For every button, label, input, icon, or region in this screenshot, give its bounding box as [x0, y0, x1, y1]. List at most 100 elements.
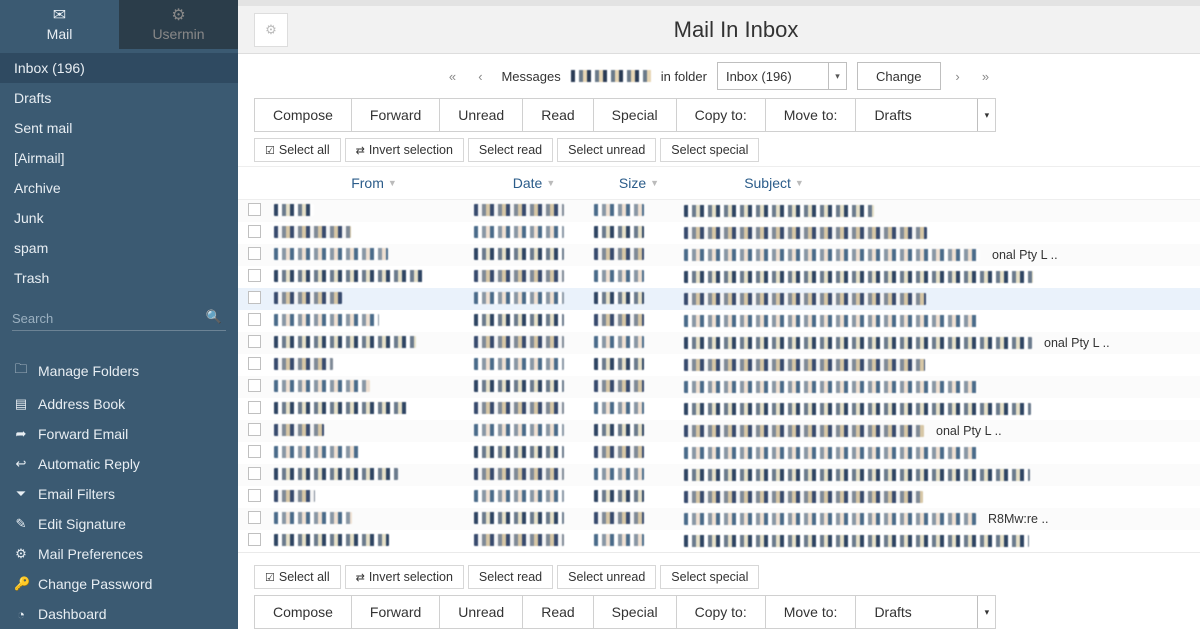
table-row[interactable]: onal Pty L ..	[238, 244, 1200, 266]
row-checkbox[interactable]	[248, 401, 261, 414]
tool-item[interactable]: ⚙Mail Preferences	[0, 539, 238, 569]
row-checkbox[interactable]	[248, 357, 261, 370]
last-page-button[interactable]: »	[975, 64, 997, 88]
table-row[interactable]	[238, 530, 1200, 552]
range-value	[571, 70, 651, 82]
col-from[interactable]: From▼	[274, 175, 474, 191]
row-checkbox[interactable]	[248, 533, 261, 546]
command-button[interactable]: Copy to:	[677, 98, 766, 132]
select-special-button[interactable]: Select special	[660, 565, 759, 589]
folder-select[interactable]: Inbox (196) ▾	[717, 62, 847, 90]
table-row[interactable]: onal Pty L ..	[238, 420, 1200, 442]
tool-item[interactable]: ✎Edit Signature	[0, 509, 238, 539]
row-checkbox[interactable]	[248, 225, 261, 238]
table-row[interactable]	[238, 354, 1200, 376]
command-button[interactable]: Move to:	[766, 595, 857, 629]
col-date[interactable]: Date▼	[474, 175, 594, 191]
row-checkbox[interactable]	[248, 335, 261, 348]
tool-label: Dashboard	[38, 606, 107, 622]
folder-item[interactable]: Sent mail	[0, 113, 238, 143]
first-page-button[interactable]: «	[441, 64, 463, 88]
next-page-button[interactable]: ›	[947, 64, 969, 88]
table-row[interactable]	[238, 222, 1200, 244]
tool-label: Address Book	[38, 396, 125, 412]
select-all-button[interactable]: ☑Select all	[254, 565, 341, 589]
message-list[interactable]: onal Pty L .. onal Pty L .. onal Pty L .. R…	[238, 200, 1200, 552]
sort-icon: ▼	[650, 178, 659, 188]
invert-selection-button[interactable]: ⇄Invert selection	[345, 138, 464, 162]
invert-icon: ⇄	[356, 144, 365, 157]
tool-item[interactable]: 🔑Change Password	[0, 569, 238, 599]
folder-item[interactable]: spam	[0, 233, 238, 263]
invert-selection-button[interactable]: ⇄Invert selection	[345, 565, 464, 589]
search-input[interactable]	[12, 307, 226, 331]
row-checkbox[interactable]	[248, 511, 261, 524]
table-row[interactable]	[238, 486, 1200, 508]
command-button[interactable]: Compose	[254, 98, 352, 132]
sidebar: ✉ Mail ⚙ Usermin Inbox (196)DraftsSent m…	[0, 0, 238, 629]
row-checkbox[interactable]	[248, 445, 261, 458]
select-unread-button[interactable]: Select unread	[557, 565, 656, 589]
row-checkbox[interactable]	[248, 423, 261, 436]
moveto-select[interactable]: Drafts▾	[856, 595, 996, 629]
row-checkbox[interactable]	[248, 291, 261, 304]
tool-item[interactable]: ⏷Email Filters	[0, 479, 238, 509]
table-row[interactable]	[238, 310, 1200, 332]
table-row[interactable]	[238, 398, 1200, 420]
moveto-select[interactable]: Drafts▾	[856, 98, 996, 132]
command-button[interactable]: Forward	[352, 595, 440, 629]
command-button[interactable]: Unread	[440, 98, 523, 132]
prev-page-button[interactable]: ‹	[469, 64, 491, 88]
select-unread-button[interactable]: Select unread	[557, 138, 656, 162]
tab-mail[interactable]: ✉ Mail	[0, 0, 119, 49]
select-read-button[interactable]: Select read	[468, 138, 553, 162]
select-all-button[interactable]: ☑Select all	[254, 138, 341, 162]
command-button[interactable]: Move to:	[766, 98, 857, 132]
select-read-button[interactable]: Select read	[468, 565, 553, 589]
command-button[interactable]: Read	[523, 595, 593, 629]
table-row[interactable]	[238, 376, 1200, 398]
command-button[interactable]: Special	[594, 595, 677, 629]
command-button[interactable]: Special	[594, 98, 677, 132]
folder-item[interactable]: Junk	[0, 203, 238, 233]
col-size[interactable]: Size▼	[594, 175, 684, 191]
tab-usermin[interactable]: ⚙ Usermin	[119, 0, 238, 49]
row-checkbox[interactable]	[248, 379, 261, 392]
row-checkbox[interactable]	[248, 269, 261, 282]
table-row[interactable]: R8Mw:re ..	[238, 508, 1200, 530]
command-button[interactable]: Copy to:	[677, 595, 766, 629]
select-special-button[interactable]: Select special	[660, 138, 759, 162]
table-row[interactable]	[238, 464, 1200, 486]
command-button[interactable]: Compose	[254, 595, 352, 629]
tool-item[interactable]: ◔Dashboard	[0, 599, 238, 629]
command-button[interactable]: Unread	[440, 595, 523, 629]
command-button[interactable]: Read	[523, 98, 593, 132]
table-row[interactable]	[238, 266, 1200, 288]
tool-item[interactable]: ▤Address Book	[0, 389, 238, 419]
change-button[interactable]: Change	[857, 62, 941, 90]
row-checkbox[interactable]	[248, 489, 261, 502]
folder-item[interactable]: [Airmail]	[0, 143, 238, 173]
table-row[interactable]	[238, 442, 1200, 464]
command-button[interactable]: Forward	[352, 98, 440, 132]
tool-item[interactable]: 🗀Manage Folders	[0, 353, 238, 389]
row-checkbox[interactable]	[248, 203, 261, 216]
tool-item[interactable]: ↩Automatic Reply	[0, 449, 238, 479]
search-icon[interactable]: 🔍	[206, 309, 222, 325]
table-row[interactable]	[238, 288, 1200, 310]
folder-item[interactable]: Inbox (196)	[0, 53, 238, 83]
subject-extra: onal Pty L ..	[936, 424, 1002, 438]
row-checkbox[interactable]	[248, 467, 261, 480]
table-row[interactable]	[238, 200, 1200, 222]
table-row[interactable]: onal Pty L ..	[238, 332, 1200, 354]
row-checkbox[interactable]	[248, 313, 261, 326]
folder-item[interactable]: Drafts	[0, 83, 238, 113]
col-subject[interactable]: Subject▼	[684, 175, 864, 191]
bottom-bar: ☑Select all ⇄Invert selection Select rea…	[238, 552, 1200, 629]
folder-item[interactable]: Archive	[0, 173, 238, 203]
row-checkbox[interactable]	[248, 247, 261, 260]
tool-item[interactable]: ➦Forward Email	[0, 419, 238, 449]
chevron-down-icon: ▾	[977, 99, 995, 131]
folder-item[interactable]: Trash	[0, 263, 238, 293]
settings-gear-button[interactable]: ⚙	[254, 13, 288, 47]
